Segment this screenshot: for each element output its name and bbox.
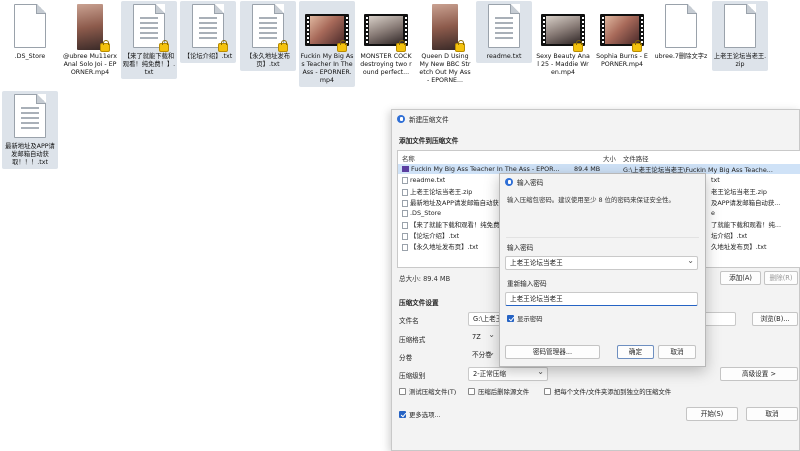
show-password-checkbox[interactable]: 显示密码 <box>507 314 543 323</box>
file-video-teacher[interactable]: Fuckin My Big Ass Teacher In The Ass - E… <box>299 1 355 87</box>
password-input[interactable]: 上老王论坛当老王 <box>505 256 698 270</box>
column-header-size[interactable]: 大小 <box>603 154 616 163</box>
cancel-button[interactable]: 取消 <box>746 407 798 421</box>
ok-button[interactable]: 确定 <box>617 345 654 359</box>
document-icon <box>14 94 46 138</box>
file-icon <box>402 199 408 207</box>
file-txt-latest-address[interactable]: 最新地址及APP请发邮箱自动获取！！！.txt <box>2 91 58 169</box>
window-titlebar: 新建压缩文件 <box>392 110 799 127</box>
file-ubree-7z[interactable]: ubree.7删除文字z <box>653 1 709 63</box>
dialog-cancel-button[interactable]: 取消 <box>658 345 696 359</box>
format-label: 压缩格式 <box>399 336 426 344</box>
dialog-titlebar: 输入密码 <box>500 174 705 189</box>
split-label: 分卷 <box>399 354 413 362</box>
document-icon <box>133 4 165 48</box>
document-icon <box>724 4 756 48</box>
add-files-section-label: 添加文件到压缩文件 <box>399 137 459 145</box>
video-thumbnail-icon <box>77 4 103 50</box>
file-video-sexy-beauty[interactable]: Sexy Beauty Anal 25 - Maddie Wren.mp4 <box>535 1 591 79</box>
file-icon <box>402 243 408 251</box>
column-header-path[interactable]: 文件路径 <box>623 154 649 163</box>
document-icon <box>14 4 46 48</box>
password-label: 输入密码 <box>507 244 534 252</box>
advanced-settings-button[interactable]: 高级设置 > <box>720 367 798 381</box>
lock-icon <box>337 40 347 52</box>
dialog-title: 输入密码 <box>517 178 544 187</box>
format-select[interactable]: 7Z <box>468 331 498 345</box>
video-thumbnail-icon <box>432 4 458 50</box>
file-video-queen[interactable]: Queen D Using My New BBC Stretch Out My … <box>417 1 473 87</box>
document-icon <box>488 4 520 48</box>
dialog-hint: 输入压缩包密码。建议使用至少 8 位的密码来保证安全性。 <box>507 196 675 204</box>
app-icon <box>397 114 405 123</box>
file-video-monster[interactable]: MONSTER COCK destroying two round perfec… <box>358 1 414 79</box>
split-select[interactable]: 不分卷 <box>468 349 498 363</box>
delete-button[interactable]: 删除(R) <box>764 271 798 285</box>
lock-icon <box>278 40 288 52</box>
total-size: 总大小: 89.4 MB <box>399 275 451 283</box>
file-video-sophia[interactable]: Sophia Burns - EPORNER.mp4 <box>594 1 650 71</box>
browse-button[interactable]: 浏览(B)... <box>752 312 798 326</box>
file-icon <box>402 221 408 229</box>
lock-icon <box>632 40 642 52</box>
password-manager-button[interactable]: 密码管理器... <box>505 345 600 359</box>
document-icon <box>192 4 224 48</box>
document-icon <box>665 4 697 48</box>
file-icon <box>402 232 408 240</box>
lock-icon <box>159 40 169 52</box>
test-archive-checkbox[interactable]: 测试压缩文件(T) <box>399 387 456 396</box>
column-header-name[interactable]: 名称 <box>402 154 415 163</box>
window-title: 新建压缩文件 <box>409 115 449 124</box>
lock-icon <box>455 40 465 52</box>
confirm-password-label: 重新输入密码 <box>507 280 547 288</box>
file-icon <box>402 176 408 184</box>
lock-icon <box>396 40 406 52</box>
file-txt-download[interactable]: 【来了就能下载和观看！纯免费！】.txt <box>121 1 177 79</box>
filename-label: 文件名 <box>399 317 419 325</box>
lock-icon <box>573 40 583 52</box>
start-button[interactable]: 开始(S) <box>686 407 738 421</box>
level-select[interactable]: 2-正常压缩 <box>468 367 548 381</box>
file-icon <box>402 209 408 217</box>
add-button[interactable]: 添加(A) <box>720 271 761 285</box>
file-readme[interactable]: readme.txt <box>476 1 532 63</box>
file-txt-permanent-address[interactable]: 【永久地址发布页】.txt <box>240 1 296 71</box>
divider <box>506 237 699 238</box>
separate-archives-checkbox[interactable]: 把每个文件/文件夹添加到独立的压缩文件 <box>544 387 671 396</box>
file-ds-store[interactable]: .DS_Store <box>2 1 58 63</box>
settings-section-label: 压缩文件设置 <box>399 299 439 307</box>
lock-icon <box>100 40 110 52</box>
lock-icon <box>218 40 228 52</box>
delete-after-checkbox[interactable]: 压缩后删除源文件 <box>468 387 529 396</box>
level-label: 压缩级别 <box>399 372 426 380</box>
file-icon <box>402 188 408 196</box>
confirm-password-input[interactable]: 上老王论坛当老王 <box>505 292 698 306</box>
password-dialog: 输入密码 输入压缩包密码。建议使用至少 8 位的密码来保证安全性。 输入密码 上… <box>499 173 706 367</box>
file-txt-forum-intro[interactable]: 【论坛介绍】.txt <box>180 1 236 63</box>
document-icon <box>252 4 284 48</box>
app-icon <box>505 177 513 186</box>
file-zip[interactable]: 上老王论坛当老王.zip <box>712 1 768 71</box>
video-file-icon <box>402 166 409 172</box>
more-options-checkbox[interactable]: 更多选项... <box>399 410 441 419</box>
file-video-ubree[interactable]: @ubree Mu11erx Anal Solo Joi - EPORNER.m… <box>62 1 118 79</box>
